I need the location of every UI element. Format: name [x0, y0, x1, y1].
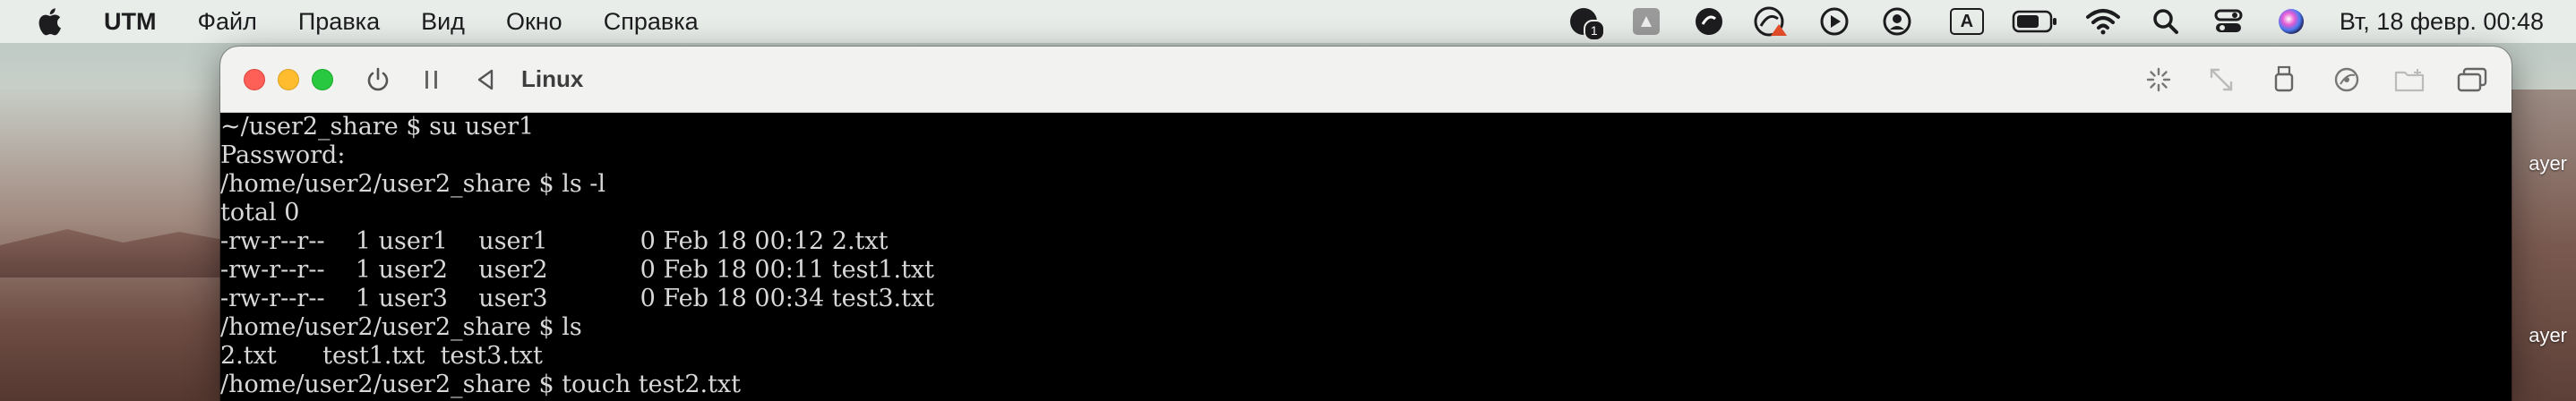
status-area: 1 A Вт, 18 февр. 00:48: [1539, 4, 2576, 41]
toolbar-right: [2142, 64, 2488, 96]
desktop-wallpaper-right: ayer ayer: [2504, 90, 2576, 401]
apple-logo-icon[interactable]: [36, 6, 63, 37]
desktop-icon-label[interactable]: ayer: [2529, 152, 2567, 175]
menu-bar: UTM Файл Правка Вид Окно Справка 1 A Вт,…: [0, 0, 2576, 43]
notification-badge: 1: [1583, 20, 1605, 41]
control-center-icon[interactable]: [2211, 4, 2246, 39]
battery-icon[interactable]: [2012, 4, 2058, 39]
window-titlebar[interactable]: Linux: [220, 47, 2512, 113]
input-source-label: A: [1949, 8, 1984, 35]
terminal-line: /home/user2/user2_share $ touch test2.tx…: [220, 371, 742, 398]
menu-window[interactable]: Окно: [506, 8, 562, 36]
windows-icon[interactable]: [2456, 64, 2488, 96]
utm-window: Linux ~/user2_share $ su user1 Password:…: [220, 47, 2512, 401]
terminal-line: -rw-r--r-- 1 user1 user1 0 Feb 18 00:12 …: [220, 227, 889, 255]
menu-file[interactable]: Файл: [197, 8, 256, 36]
power-icon[interactable]: [362, 64, 394, 96]
desktop-icon-label[interactable]: ayer: [2529, 324, 2567, 347]
minimize-button[interactable]: [278, 68, 299, 90]
spotlight-search-icon[interactable]: [2148, 4, 2184, 39]
terminal-line: 2.txt test1.txt test3.txt: [220, 342, 543, 370]
menu-view[interactable]: Вид: [421, 8, 465, 36]
terminal-display[interactable]: ~/user2_share $ su user1 Password: /home…: [220, 113, 2512, 401]
desktop-wallpaper-left: [0, 90, 224, 401]
play-circle-icon[interactable]: [1816, 4, 1852, 39]
capture-cursor-icon[interactable]: [2142, 64, 2175, 96]
input-source-a-icon[interactable]: A: [1949, 4, 1985, 39]
wifi-icon[interactable]: [2085, 4, 2121, 39]
back-icon[interactable]: [469, 64, 502, 96]
terminal-line: /home/user2/user2_share $ ls -l: [220, 170, 606, 198]
creative-cloud-warning-icon[interactable]: [1754, 4, 1790, 39]
terminal-line: ~/user2_share $ su user1: [220, 113, 535, 141]
siri-icon[interactable]: [2273, 4, 2309, 39]
terminal-line: Password:: [220, 141, 346, 169]
terminal-line: -rw-r--r-- 1 user2 user2 0 Feb 18 00:11 …: [220, 256, 935, 284]
notification-count-icon[interactable]: 1: [1566, 4, 1605, 41]
window-title: Linux: [521, 65, 584, 92]
menubar-clock[interactable]: Вт, 18 февр. 00:48: [2340, 8, 2544, 36]
close-button[interactable]: [244, 68, 265, 90]
shared-folder-icon[interactable]: [2393, 64, 2426, 96]
terminal-line: total 0: [220, 199, 300, 226]
drives-icon[interactable]: [2331, 64, 2363, 96]
zoom-button[interactable]: [312, 68, 333, 90]
menu-edit[interactable]: Правка: [298, 8, 380, 36]
creative-cloud-icon[interactable]: [1691, 4, 1727, 39]
usb-icon[interactable]: [2268, 64, 2300, 96]
terminal-line: -rw-r--r-- 1 user3 user3 0 Feb 18 00:34 …: [220, 285, 935, 312]
pause-icon[interactable]: [416, 64, 448, 96]
resize-icon[interactable]: [2205, 64, 2237, 96]
menu-app-name[interactable]: UTM: [104, 8, 156, 36]
terminal-line: /home/user2/user2_share $ ls: [220, 313, 582, 341]
google-drive-icon[interactable]: [1628, 4, 1664, 39]
toolbar-left: [362, 64, 502, 96]
user-circle-icon[interactable]: [1879, 4, 1915, 39]
menu-help[interactable]: Справка: [604, 8, 699, 36]
